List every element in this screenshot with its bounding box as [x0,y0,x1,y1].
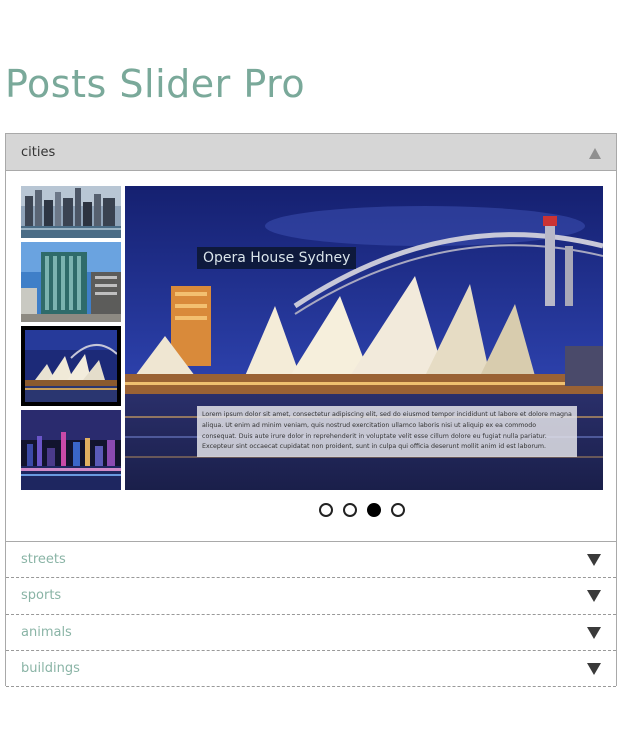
slide-image[interactable]: Opera House Sydney Lorem ipsum dolor sit… [125,186,603,490]
pager-dot-2[interactable] [343,503,357,517]
accordion-item-animals[interactable]: animals [6,614,616,650]
slider-panel: Opera House Sydney Lorem ipsum dolor sit… [6,171,616,541]
triangle-down-icon[interactable] [587,627,601,639]
page-title: Posts Slider Pro [5,62,306,106]
accordion-item-buildings[interactable]: buildings [6,650,616,686]
pager-dot-4[interactable] [391,503,405,517]
slide-description: Lorem ipsum dolor sit amet, consectetur … [197,406,577,458]
city-skyline-thumbnail[interactable] [21,186,121,238]
accordion-item-label: streets [21,552,66,567]
accordion-item-label: buildings [21,661,80,676]
night-skyline-thumbnail[interactable] [21,410,121,490]
slide-title: Opera House Sydney [197,247,357,269]
accordion-header-cities[interactable]: cities [6,134,616,171]
pager-dot-3[interactable] [367,503,381,517]
accordion-bottom-border [6,686,616,687]
accordion-item-label: sports [21,588,62,603]
opera-house-thumbnail[interactable] [21,326,121,406]
accordion-item-sports[interactable]: sports [6,577,616,613]
triangle-up-icon[interactable] [589,148,601,159]
accordion-item-label: animals [21,625,72,640]
triangle-down-icon[interactable] [587,554,601,566]
pager-dot-1[interactable] [319,503,333,517]
posts-accordion: cities Opera House Sydney Lorem ipsum do… [5,133,617,687]
triangle-down-icon[interactable] [587,663,601,675]
accordion-header-label: cities [21,145,56,160]
triangle-down-icon[interactable] [587,590,601,602]
office-tower-thumbnail[interactable] [21,242,121,322]
accordion-item-streets[interactable]: streets [6,541,616,577]
